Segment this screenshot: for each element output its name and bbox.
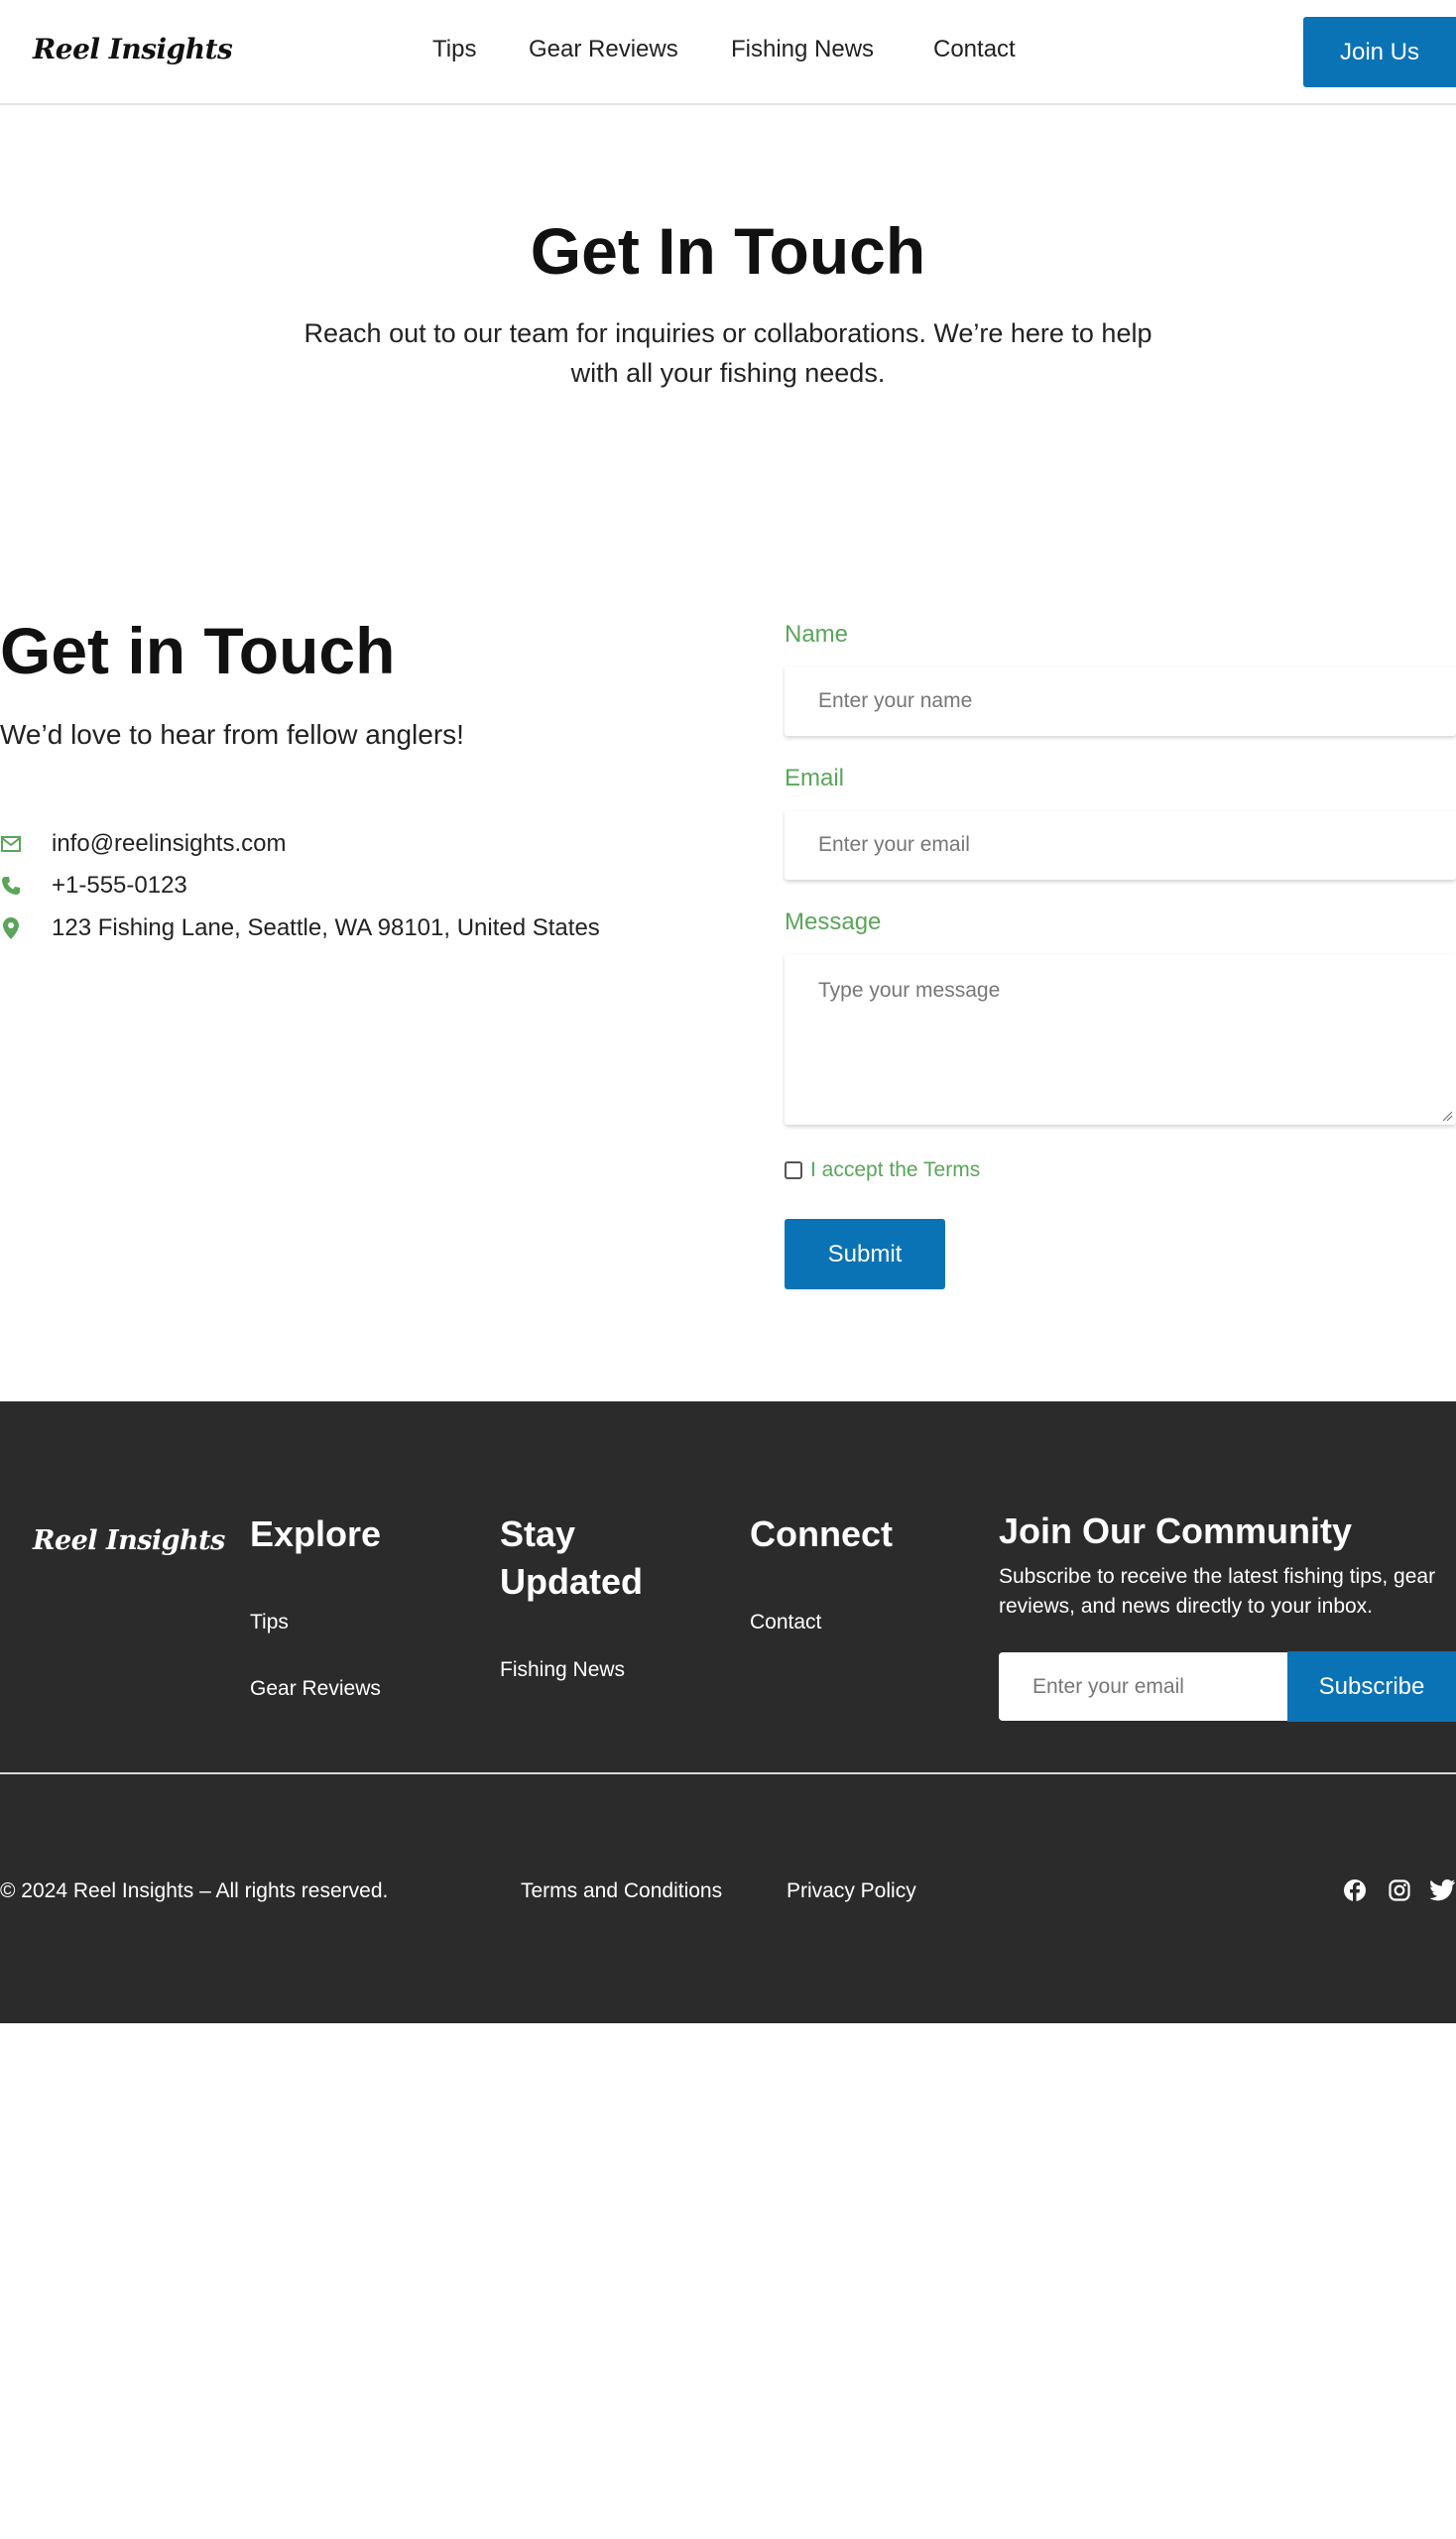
footer-divider [0, 1772, 1456, 1774]
name-input[interactable]: Enter your name [785, 666, 1456, 736]
footer-link-contact[interactable]: Contact [750, 1611, 821, 1634]
footer-link-tips[interactable]: Tips [250, 1611, 289, 1634]
contact-phone-row: +1-555-0123 [0, 869, 187, 903]
message-placeholder: Type your message [818, 979, 1001, 1002]
contact-phone[interactable]: +1-555-0123 [52, 872, 187, 900]
site-header: Reel Insights Tips Gear Reviews Fishing … [0, 0, 1456, 105]
footer-link-gear-reviews[interactable]: Gear Reviews [250, 1677, 381, 1701]
contact-subtitle: We’d love to hear from fellow anglers! [0, 719, 464, 750]
subscribe-button[interactable]: Subscribe [1287, 1651, 1456, 1722]
phone-icon [0, 875, 22, 897]
contact-email[interactable]: info@reelinsights.com [52, 830, 286, 858]
footer-logo[interactable]: Reel Insights [33, 1525, 225, 1556]
resize-handle-icon[interactable] [1441, 1110, 1453, 1122]
contact-title: Get in Touch [0, 614, 396, 687]
site-footer: Reel Insights Explore Tips Gear Reviews … [0, 1401, 1456, 2023]
envelope-icon [0, 833, 22, 855]
email-input[interactable]: Enter your email [785, 810, 1456, 880]
footer-community-title: Join Our Community [999, 1511, 1353, 1551]
contact-address-row: 123 Fishing Lane, Seattle, WA 98101, Uni… [0, 911, 600, 945]
contact-address: 123 Fishing Lane, Seattle, WA 98101, Uni… [52, 914, 600, 941]
nav-item-tips[interactable]: Tips [432, 36, 476, 63]
name-label: Name [785, 621, 849, 648]
twitter-icon[interactable] [1430, 1877, 1456, 1903]
nav-item-fishing-news[interactable]: Fishing News [731, 36, 874, 63]
footer-explore-title: Explore [250, 1513, 382, 1554]
join-us-button[interactable]: Join Us [1303, 17, 1456, 87]
privacy-link[interactable]: Privacy Policy [787, 1879, 916, 1903]
submit-button[interactable]: Submit [785, 1219, 945, 1289]
message-textarea[interactable]: Type your message [785, 954, 1456, 1125]
email-label: Email [785, 765, 845, 791]
footer-link-fishing-news[interactable]: Fishing News [500, 1658, 625, 1682]
map-marker-icon [0, 917, 22, 939]
hero-subtitle: Reach out to our team for inquiries or c… [303, 318, 1153, 388]
message-label: Message [785, 908, 882, 935]
newsletter-email-input[interactable]: Enter your email [999, 1652, 1287, 1721]
terms-checkbox[interactable] [785, 1161, 802, 1179]
terms-label[interactable]: I accept the Terms [810, 1158, 980, 1182]
hero-title: Get In Touch [530, 214, 926, 288]
nav-item-gear-reviews[interactable]: Gear Reviews [529, 36, 678, 63]
footer-connect-title: Connect [750, 1513, 893, 1554]
facebook-icon[interactable] [1342, 1877, 1368, 1903]
contact-email-row: info@reelinsights.com [0, 827, 286, 861]
terms-link[interactable]: Terms and Conditions [521, 1879, 722, 1903]
instagram-icon[interactable] [1387, 1877, 1412, 1903]
nav-item-contact[interactable]: Contact [933, 36, 1016, 63]
footer-stay-updated-title: Stay Updated [500, 1513, 643, 1602]
copyright: © 2024 Reel Insights – All rights reserv… [0, 1879, 389, 1902]
main-nav: Tips Gear Reviews Fishing News Contact [0, 36, 1456, 69]
terms-row: I accept the Terms [785, 1158, 980, 1182]
footer-community-subtitle: Subscribe to receive the latest fishing … [999, 1565, 1436, 1618]
